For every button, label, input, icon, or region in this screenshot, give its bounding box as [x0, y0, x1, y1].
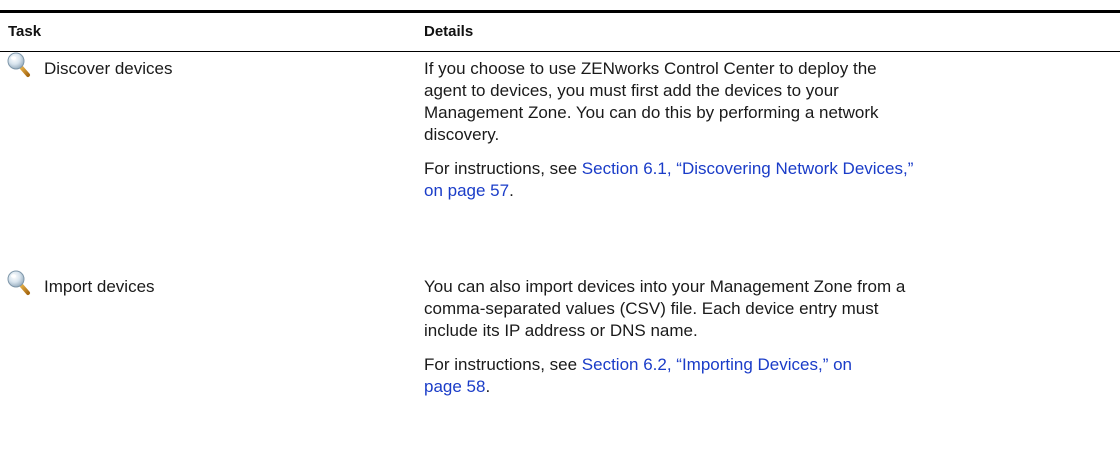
table-header-row: Task Details	[0, 13, 1120, 51]
instructions-paragraph: For instructions, see Section 6.2, “Impo…	[424, 354, 1104, 398]
description-line: You can also import devices into your Ma…	[424, 277, 906, 296]
description-line: comma-separated values (CSV) file. Each …	[424, 299, 879, 318]
description-paragraph: If you choose to use ZENworks Control Ce…	[424, 58, 1104, 146]
description-paragraph: You can also import devices into your Ma…	[424, 276, 1104, 342]
task-details: You can also import devices into your Ma…	[424, 276, 1104, 410]
instructions-prefix: For instructions, see	[424, 159, 582, 178]
task-details: If you choose to use ZENworks Control Ce…	[424, 58, 1104, 214]
header-details: Details	[424, 23, 474, 40]
instructions-paragraph: For instructions, see Section 6.1, “Disc…	[424, 158, 1104, 202]
description-line: If you choose to use ZENworks Control Ce…	[424, 59, 877, 78]
task-label: Discover devices	[44, 59, 173, 78]
magnifier-icon	[6, 52, 32, 78]
instructions-suffix: .	[485, 377, 491, 396]
header-task: Task	[8, 23, 42, 40]
description-line: agent to devices, you must first add the…	[424, 81, 839, 100]
description-line: Management Zone. You can do this by perf…	[424, 103, 879, 122]
description-line: discovery.	[424, 125, 500, 144]
magnifier-icon	[6, 270, 32, 296]
description-line: include its IP address or DNS name.	[424, 321, 698, 340]
task-label: Import devices	[44, 277, 155, 296]
instructions-suffix: .	[509, 181, 514, 200]
instructions-prefix: For instructions, see	[424, 355, 582, 374]
table-header-rule	[0, 51, 1120, 52]
